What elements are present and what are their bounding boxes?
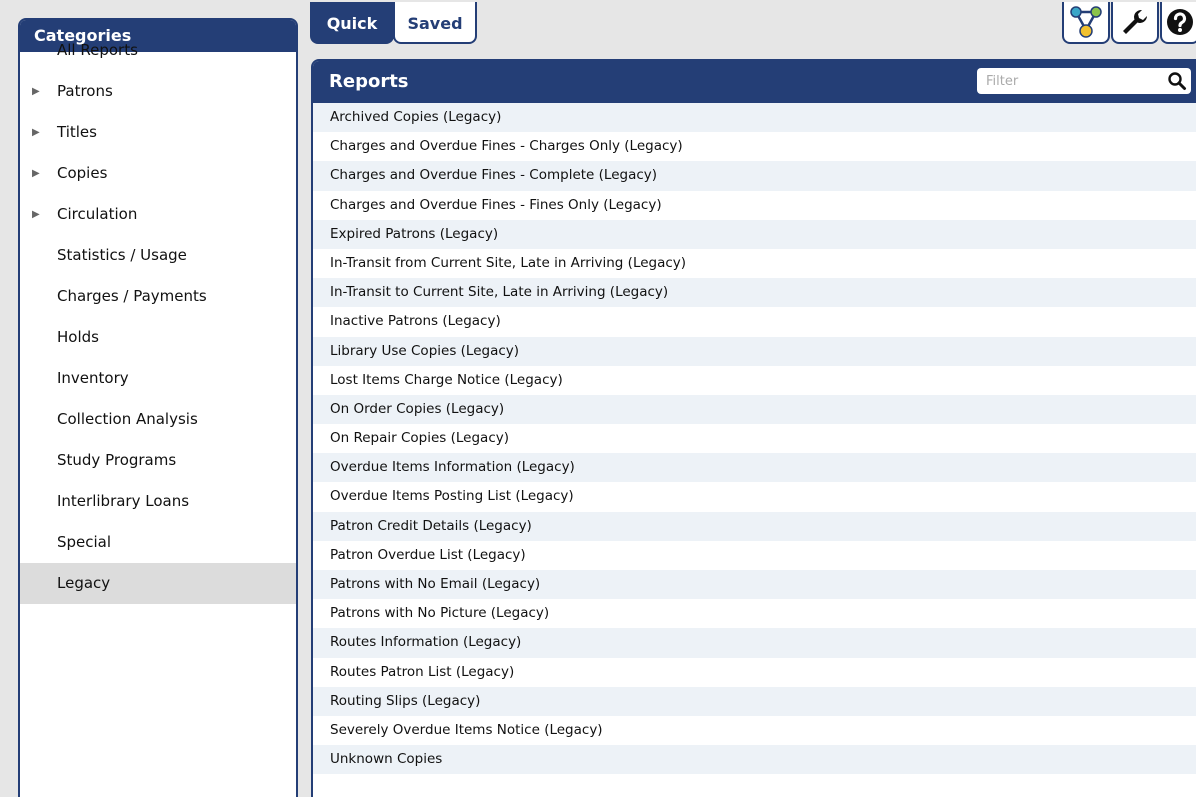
- category-item-legacy[interactable]: Legacy: [20, 563, 296, 604]
- category-item-inventory[interactable]: Inventory: [20, 358, 296, 399]
- filter-box: [977, 68, 1191, 94]
- category-item-copies[interactable]: ▶ Copies: [20, 153, 296, 194]
- expand-arrow-icon[interactable]: ▶: [32, 153, 40, 194]
- category-item-holds[interactable]: Holds: [20, 317, 296, 358]
- category-label: Titles: [57, 123, 97, 141]
- report-row[interactable]: In-Transit from Current Site, Late in Ar…: [313, 248, 1196, 279]
- category-item-all-reports[interactable]: All Reports: [20, 30, 296, 71]
- report-row[interactable]: Expired Patrons (Legacy): [313, 219, 1196, 249]
- reports-panel: Reports Archived Copies (Legacy)Charges …: [311, 59, 1196, 797]
- category-label: Legacy: [57, 574, 111, 592]
- help-button[interactable]: [1160, 2, 1196, 44]
- category-item-special[interactable]: Special: [20, 522, 296, 563]
- report-row[interactable]: Patron Overdue List (Legacy): [313, 540, 1196, 570]
- category-label: Holds: [57, 328, 99, 346]
- report-row[interactable]: Charges and Overdue Fines - Complete (Le…: [313, 161, 1196, 191]
- expand-arrow-icon[interactable]: ▶: [32, 71, 40, 112]
- report-row[interactable]: Routes Patron List (Legacy): [313, 657, 1196, 687]
- category-label: Study Programs: [57, 451, 177, 469]
- category-label: Statistics / Usage: [57, 246, 187, 264]
- tab-quick[interactable]: Quick: [310, 2, 394, 44]
- reports-list: Archived Copies (Legacy) Charges and Over…: [313, 103, 1196, 775]
- category-label: Copies: [57, 164, 108, 182]
- tab-saved[interactable]: Saved: [393, 2, 477, 44]
- report-row[interactable]: Patrons with No Picture (Legacy): [313, 599, 1196, 629]
- category-label: Inventory: [57, 369, 129, 387]
- report-row[interactable]: Unknown Copies: [313, 745, 1196, 775]
- expand-arrow-icon[interactable]: ▶: [32, 194, 40, 235]
- category-item-charges-payments[interactable]: Charges / Payments: [20, 276, 296, 317]
- reports-app: Categories All Reports ▶ Patrons ▶ Titles ▶ Co…: [0, 0, 1196, 797]
- category-item-statistics-usage[interactable]: Statistics / Usage: [20, 235, 296, 276]
- network-tool-button[interactable]: [1062, 2, 1110, 44]
- category-label: Interlibrary Loans: [57, 492, 190, 510]
- help-icon: [1167, 9, 1193, 35]
- report-row[interactable]: Library Use Copies (Legacy): [313, 336, 1196, 366]
- report-row[interactable]: Overdue Items Posting List (Legacy): [313, 482, 1196, 512]
- report-row[interactable]: Routing Slips (Legacy): [313, 686, 1196, 716]
- report-row[interactable]: Patron Credit Details (Legacy): [313, 511, 1196, 541]
- network-tool-icon: [1070, 6, 1102, 38]
- report-row[interactable]: Overdue Items Information (Legacy): [313, 453, 1196, 483]
- category-item-titles[interactable]: ▶ Titles: [20, 112, 296, 153]
- reports-title: Reports: [329, 71, 409, 92]
- report-row[interactable]: Charges and Overdue Fines - Fines Only (…: [313, 190, 1196, 220]
- category-label: Collection Analysis: [57, 410, 198, 428]
- settings-button[interactable]: [1111, 2, 1159, 44]
- report-row[interactable]: On Repair Copies (Legacy): [313, 424, 1196, 454]
- wrench-icon: [1123, 10, 1147, 34]
- category-item-collection-analysis[interactable]: Collection Analysis: [20, 399, 296, 440]
- expand-arrow-icon[interactable]: ▶: [32, 112, 40, 153]
- report-row[interactable]: Inactive Patrons (Legacy): [313, 307, 1196, 337]
- category-label: Special: [57, 533, 112, 551]
- category-item-interlibrary-loans[interactable]: Interlibrary Loans: [20, 481, 296, 522]
- category-item-patrons[interactable]: ▶ Patrons: [20, 71, 296, 112]
- report-row[interactable]: Lost Items Charge Notice (Legacy): [313, 365, 1196, 395]
- report-row[interactable]: Routes Information (Legacy): [313, 628, 1196, 658]
- category-item-study-programs[interactable]: Study Programs: [20, 440, 296, 481]
- report-row[interactable]: Severely Overdue Items Notice (Legacy): [313, 715, 1196, 746]
- report-row[interactable]: Archived Copies (Legacy): [313, 103, 1196, 133]
- category-item-circulation[interactable]: ▶ Circulation: [20, 194, 296, 235]
- reports-header: Reports: [313, 61, 1196, 103]
- category-label: Patrons: [57, 82, 113, 100]
- report-row[interactable]: Charges and Overdue Fines - Charges Only…: [313, 132, 1196, 162]
- categories-panel: Categories All Reports ▶ Patrons ▶ Titles ▶ Co…: [18, 18, 298, 797]
- category-label: Circulation: [57, 205, 138, 223]
- categories-list: All Reports ▶ Patrons ▶ Titles ▶ Copies ▶ Circul…: [20, 30, 296, 604]
- category-label: All Reports: [57, 41, 138, 59]
- report-row[interactable]: On Order Copies (Legacy): [313, 394, 1196, 425]
- report-row[interactable]: In-Transit to Current Site, Late in Arri…: [313, 278, 1196, 308]
- filter-input[interactable]: [977, 68, 1157, 94]
- search-icon[interactable]: [1167, 71, 1187, 95]
- category-label: Charges / Payments: [57, 287, 207, 305]
- report-row[interactable]: Patrons with No Email (Legacy): [313, 570, 1196, 600]
